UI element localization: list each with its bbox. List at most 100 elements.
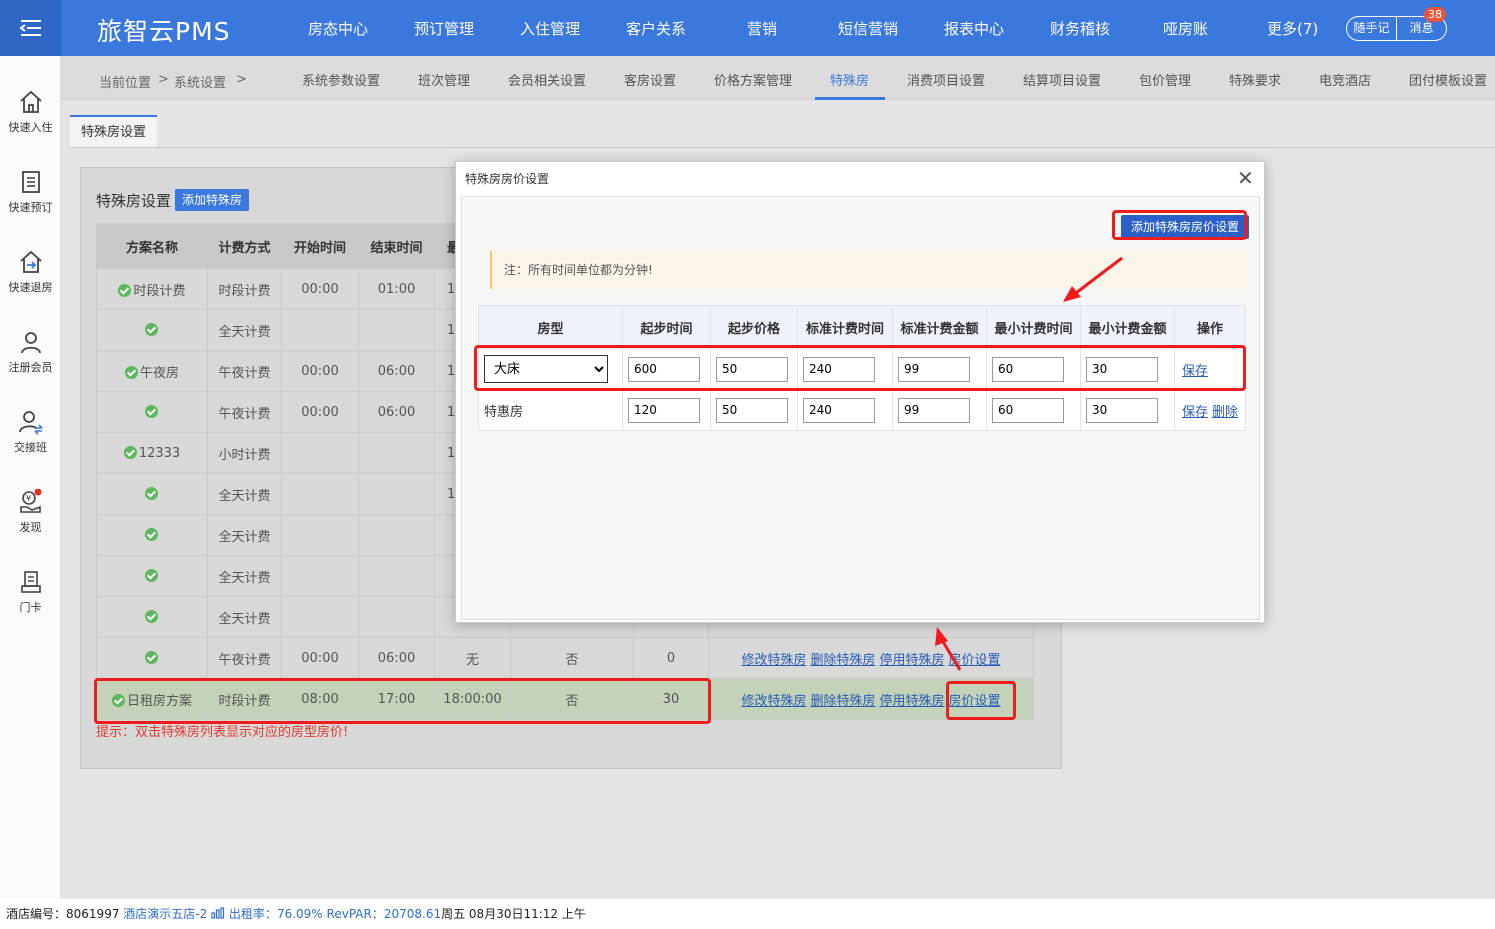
end-time bbox=[358, 432, 435, 474]
enabled-check-icon bbox=[144, 609, 158, 623]
enabled-check-icon bbox=[144, 404, 158, 418]
revpar-value: 20708.61 bbox=[383, 907, 442, 921]
tab-room-settings[interactable]: 客房设置 bbox=[624, 70, 676, 89]
tab-special-room-settings[interactable]: 特殊房设置 bbox=[70, 115, 157, 148]
breadcrumb-system-settings[interactable]: 系统设置 bbox=[174, 72, 226, 91]
col-actions: 操作 bbox=[1173, 305, 1247, 349]
cell-value: 否 bbox=[510, 637, 634, 679]
enabled-check-icon bbox=[144, 568, 158, 582]
tab-member-settings[interactable]: 会员相关设置 bbox=[508, 70, 586, 89]
nav-room-status[interactable]: 房态中心 bbox=[308, 18, 368, 39]
occupancy-label: 出租率： bbox=[228, 907, 277, 921]
plan-name: 12333 bbox=[138, 445, 181, 461]
tab-settlement-items[interactable]: 结算项目设置 bbox=[1023, 70, 1101, 89]
home-icon bbox=[19, 90, 42, 113]
shift-swap-icon bbox=[18, 411, 43, 435]
hotel-name[interactable]: 酒店演示五店-2 bbox=[123, 907, 207, 921]
sidebar-item-quick-booking[interactable]: 快速预订 bbox=[0, 169, 61, 215]
booking-list-icon bbox=[21, 171, 40, 193]
delete-special-room-link[interactable]: 删除特殊房 bbox=[810, 653, 875, 668]
breadcrumb-current: 当前位置 bbox=[99, 76, 152, 91]
tab-shift-management[interactable]: 班次管理 bbox=[418, 70, 470, 89]
table-row[interactable]: 午夜计费 00:00 06:00 无否 0 修改特殊房 删除特殊房 停用特殊房 房价设置 bbox=[96, 637, 1034, 679]
nav-sms-marketing[interactable]: 短信营销 bbox=[838, 18, 898, 39]
start-price-input[interactable] bbox=[716, 397, 788, 423]
min-time-input[interactable] bbox=[992, 397, 1064, 423]
nav-reservations[interactable]: 预订管理 bbox=[414, 18, 474, 39]
nav-more[interactable]: 更多(7) bbox=[1267, 18, 1318, 39]
sidebar-item-quick-checkout[interactable]: 快速退房 bbox=[0, 249, 61, 295]
col-billing-mode: 计费方式 bbox=[207, 223, 282, 269]
start-time bbox=[281, 473, 359, 515]
delete-special-room-link[interactable]: 删除特殊房 bbox=[810, 694, 875, 709]
sidebar-item-register-member[interactable]: 注册会员 bbox=[0, 329, 61, 375]
edit-special-room-link[interactable]: 修改特殊房 bbox=[741, 694, 806, 709]
dialog-body: 添加特殊房房价设置 注：所有时间单位都为分钟! 房型 起步时间 起步价格 标准计… bbox=[461, 196, 1260, 620]
tab-package-management[interactable]: 包价管理 bbox=[1139, 70, 1191, 89]
dialog-title: 特殊房房价设置 bbox=[465, 172, 550, 186]
nav-crm[interactable]: 客户关系 bbox=[626, 18, 686, 39]
sidebar-label: 交接班 bbox=[14, 441, 47, 454]
end-time: 06:00 bbox=[358, 637, 435, 679]
sidebar-item-quick-checkin[interactable]: 快速入住 bbox=[0, 89, 61, 135]
menu-toggle-button[interactable] bbox=[0, 0, 61, 56]
tab-consumption-items[interactable]: 消费项目设置 bbox=[907, 70, 985, 89]
plan-name-cell: 12333 bbox=[96, 432, 208, 474]
tab-price-plans[interactable]: 价格方案管理 bbox=[714, 70, 792, 89]
hotel-id-label: 酒店编号： bbox=[6, 907, 67, 921]
standard-amount-input[interactable] bbox=[898, 397, 970, 423]
tab-esports-hotel[interactable]: 电竞酒店 bbox=[1319, 70, 1371, 89]
price-row: 特惠房 保存删除 bbox=[478, 389, 1247, 431]
end-time bbox=[358, 555, 435, 597]
nav-marketing[interactable]: 营销 bbox=[747, 18, 777, 39]
nav-dummy-account[interactable]: 哑房账 bbox=[1163, 18, 1208, 39]
notes-button[interactable]: 随手记 bbox=[1347, 17, 1397, 40]
start-time-cell bbox=[622, 389, 711, 431]
tab-divider bbox=[70, 147, 1495, 148]
delete-link[interactable]: 删除 bbox=[1212, 405, 1238, 420]
disable-special-room-link[interactable]: 停用特殊房 bbox=[880, 653, 945, 668]
billing-mode: 全天计费 bbox=[207, 473, 282, 515]
close-icon[interactable]: ✕ bbox=[1237, 166, 1254, 190]
start-price-cell bbox=[710, 389, 798, 431]
standard-time-cell bbox=[797, 389, 893, 431]
start-time-input[interactable] bbox=[628, 397, 700, 423]
actions-cell: 修改特殊房 删除特殊房 停用特殊房 房价设置 bbox=[708, 637, 1034, 679]
col-min-time: 最小计费时间 bbox=[986, 305, 1081, 349]
edit-special-room-link[interactable]: 修改特殊房 bbox=[741, 653, 806, 668]
col-room-type: 房型 bbox=[478, 305, 623, 349]
tab-system-params[interactable]: 系统参数设置 bbox=[302, 70, 380, 89]
disable-special-room-link[interactable]: 停用特殊房 bbox=[880, 694, 945, 709]
active-tab-indicator bbox=[815, 97, 885, 100]
min-amount-input[interactable] bbox=[1086, 397, 1158, 423]
nav-audit[interactable]: 财务稽核 bbox=[1050, 18, 1110, 39]
sidebar-item-discover[interactable]: ¥ 发现 bbox=[0, 489, 61, 535]
sidebar-item-shift-handover[interactable]: 交接班 bbox=[0, 409, 61, 455]
price-settings-link[interactable]: 房价设置 bbox=[949, 653, 1001, 668]
add-special-room-button[interactable]: 添加特殊房 bbox=[175, 189, 249, 211]
tab-special-rooms[interactable]: 特殊房 bbox=[830, 70, 869, 89]
nav-checkin[interactable]: 入住管理 bbox=[520, 18, 580, 39]
highlight-box-row bbox=[94, 678, 711, 724]
billing-mode: 午夜计费 bbox=[207, 637, 282, 679]
billing-mode: 全天计费 bbox=[207, 309, 282, 351]
billing-mode: 时段计费 bbox=[207, 268, 282, 310]
tab-group-payment-templates[interactable]: 团付模板设置 bbox=[1409, 70, 1487, 89]
checkout-icon bbox=[19, 250, 42, 273]
enabled-check-icon bbox=[118, 283, 132, 297]
billing-mode: 全天计费 bbox=[207, 555, 282, 597]
highlight-box-add-button bbox=[1112, 210, 1247, 240]
start-time bbox=[281, 309, 359, 351]
sidebar-label: 快速预订 bbox=[8, 201, 53, 214]
sidebar-item-door-card[interactable]: 门卡 bbox=[0, 569, 61, 615]
nav-reports[interactable]: 报表中心 bbox=[944, 18, 1004, 39]
cell-value: 无 bbox=[434, 637, 511, 679]
standard-amount-cell bbox=[892, 389, 987, 431]
col-standard-time: 标准计费时间 bbox=[797, 305, 893, 349]
revpar-label: RevPAR： bbox=[326, 907, 384, 921]
save-link[interactable]: 保存 bbox=[1182, 405, 1208, 420]
plan-name-cell: 时段计费 bbox=[96, 268, 208, 310]
standard-time-input[interactable] bbox=[803, 397, 875, 423]
sub-navigation: 当前位置 > 系统设置 > 系统参数设置 班次管理 会员相关设置 客房设置 价格… bbox=[61, 56, 1495, 100]
tab-special-requests[interactable]: 特殊要求 bbox=[1229, 70, 1281, 89]
